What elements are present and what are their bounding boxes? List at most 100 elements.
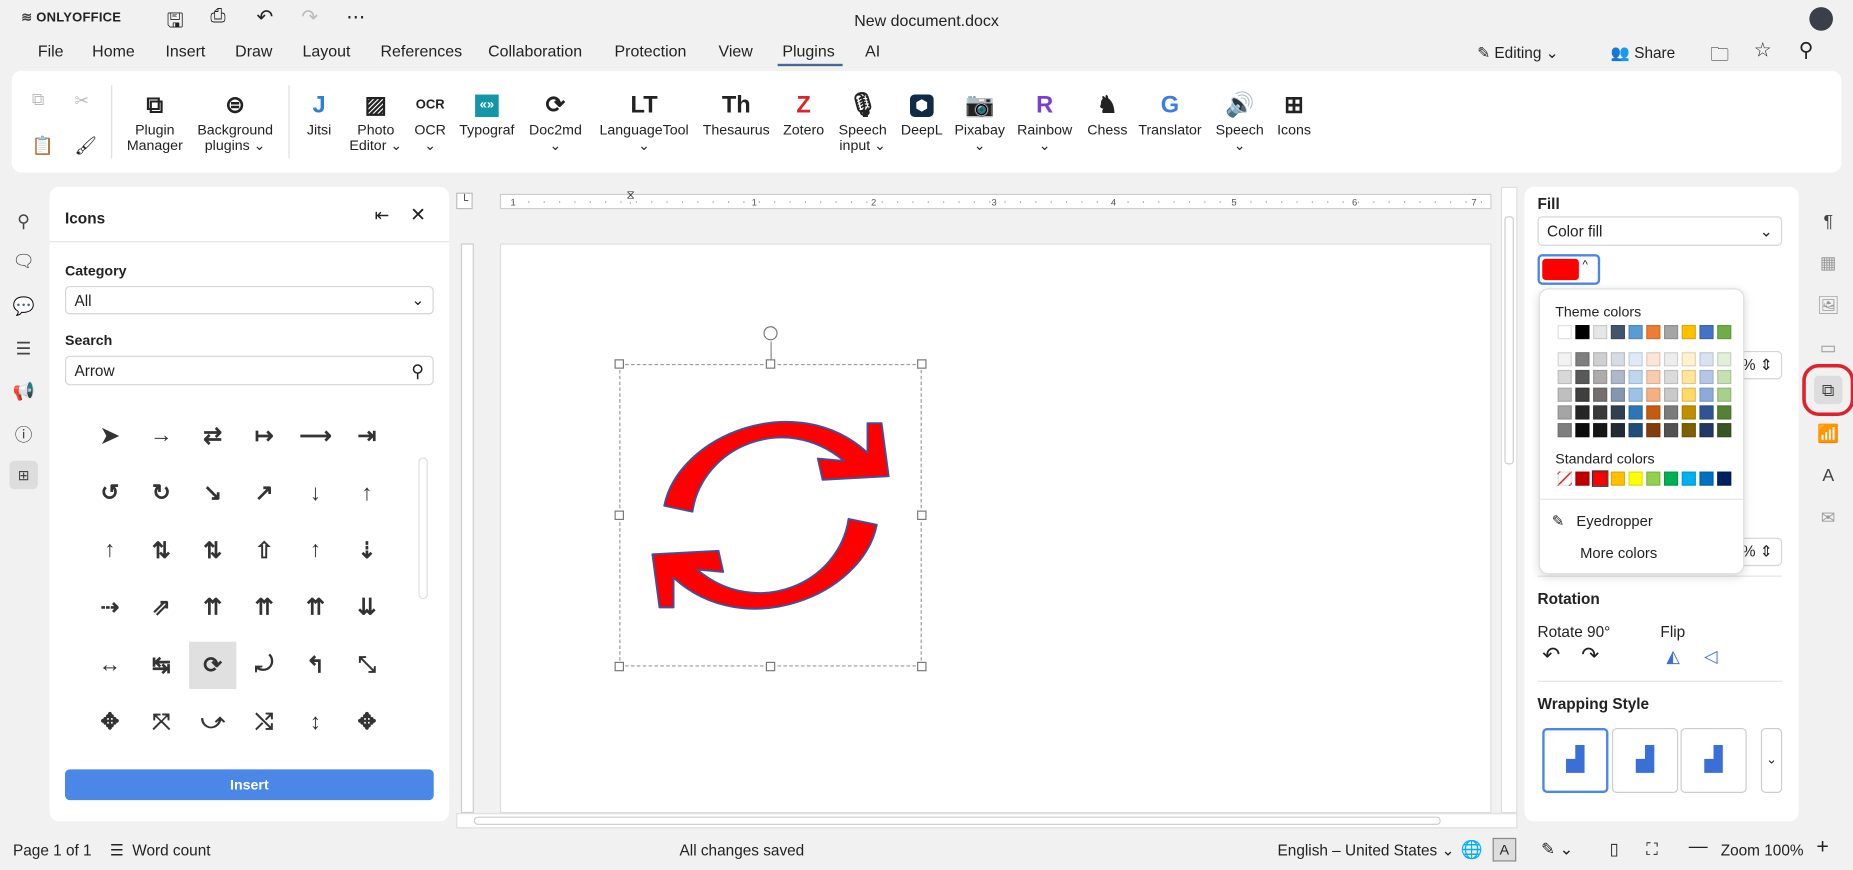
indent-marker[interactable]: ⧖: [626, 189, 634, 202]
theme-shade[interactable]: [1593, 405, 1608, 420]
word-count-button[interactable]: ☰ Word count: [110, 841, 211, 860]
theme-color[interactable]: [1628, 324, 1643, 340]
theme-shade[interactable]: [1699, 405, 1714, 420]
zoom-in-icon[interactable]: +: [1816, 834, 1828, 859]
theme-shade[interactable]: [1557, 369, 1572, 385]
icon-option[interactable]: ↓: [292, 470, 339, 517]
theme-color[interactable]: [1575, 324, 1590, 340]
chart-settings-icon[interactable]: 📶: [1814, 420, 1842, 448]
icon-option[interactable]: ↕: [292, 699, 339, 746]
menu-plugins[interactable]: Plugins: [782, 43, 834, 61]
horizontal-ruler[interactable]: 1 · 1 2 3 4 5 6 7: [499, 193, 1492, 210]
icon-option[interactable]: ⤭: [240, 699, 287, 746]
standard-color[interactable]: [1663, 471, 1679, 486]
theme-shade[interactable]: [1717, 369, 1732, 385]
icon-option[interactable]: ⇧: [240, 527, 287, 574]
icon-option[interactable]: →: [138, 412, 185, 459]
menu-file[interactable]: File: [38, 43, 64, 61]
theme-color[interactable]: [1557, 324, 1572, 340]
rotate-handle[interactable]: [763, 326, 778, 341]
icon-option[interactable]: ↹: [138, 642, 185, 689]
theme-shade[interactable]: [1646, 352, 1661, 367]
icon-option[interactable]: ⤾: [240, 642, 287, 689]
vertical-ruler[interactable]: [460, 243, 474, 814]
search-input[interactable]: Arrow ⚲: [64, 355, 434, 386]
share-button[interactable]: 👥 Share: [1611, 44, 1675, 63]
wrap-inline-button[interactable]: ▟: [1542, 727, 1609, 793]
paragraph-settings-icon[interactable]: ¶: [1814, 207, 1842, 235]
theme-color[interactable]: [1681, 324, 1696, 340]
theme-shade[interactable]: [1681, 405, 1696, 420]
zoom-level[interactable]: Zoom 100%: [1721, 841, 1804, 859]
fill-color-button[interactable]: ^: [1537, 254, 1601, 285]
theme-shade[interactable]: [1663, 369, 1679, 385]
wrap-more-button[interactable]: ⌄: [1760, 727, 1783, 793]
menu-protection[interactable]: Protection: [615, 43, 687, 61]
icon-option[interactable]: ↘: [189, 470, 236, 517]
track-changes-icon[interactable]: ✎ ⌄: [1541, 839, 1573, 859]
icon-option[interactable]: ↺: [86, 470, 133, 517]
feedback-icon[interactable]: 📢: [9, 377, 37, 405]
theme-shade[interactable]: [1663, 387, 1679, 402]
standard-color[interactable]: [1575, 471, 1590, 486]
more-colors-item[interactable]: More colors: [1580, 545, 1657, 562]
theme-shade[interactable]: [1717, 405, 1732, 420]
theme-shade[interactable]: [1681, 423, 1696, 438]
standard-color[interactable]: [1681, 471, 1696, 486]
avatar[interactable]: [1809, 7, 1833, 31]
theme-shade[interactable]: [1663, 352, 1679, 367]
icon-option[interactable]: ✥: [86, 699, 133, 746]
page-counter[interactable]: Page 1 of 1: [13, 841, 92, 859]
theme-shade[interactable]: [1681, 387, 1696, 402]
language-select[interactable]: English – United States ⌄: [1278, 841, 1455, 860]
about-icon[interactable]: ⓘ: [9, 420, 37, 448]
close-icon[interactable]: ✕: [410, 203, 426, 227]
standard-color[interactable]: [1717, 471, 1732, 486]
theme-shade[interactable]: [1593, 423, 1608, 438]
menu-draw[interactable]: Draw: [235, 43, 272, 61]
editing-mode-button[interactable]: ✎ Editing ⌄: [1477, 44, 1558, 63]
icon-option[interactable]: ↑: [343, 470, 390, 517]
theme-shade[interactable]: [1575, 369, 1590, 385]
fit-page-icon[interactable]: ▯: [1610, 839, 1619, 859]
theme-shade[interactable]: [1593, 387, 1608, 402]
theme-color[interactable]: [1593, 324, 1608, 340]
theme-color[interactable]: [1646, 324, 1661, 340]
theme-shade[interactable]: [1610, 387, 1625, 402]
standard-color[interactable]: [1557, 471, 1572, 486]
theme-shade[interactable]: [1699, 352, 1714, 367]
icon-option[interactable]: ➤: [86, 412, 133, 459]
theme-shade[interactable]: [1663, 405, 1679, 420]
theme-shade[interactable]: [1557, 405, 1572, 420]
theme-shade[interactable]: [1610, 405, 1625, 420]
collapse-panel-icon[interactable]: ⇤: [375, 204, 390, 226]
theme-shade[interactable]: [1699, 369, 1714, 385]
flip-vertical-icon[interactable]: ◁: [1704, 645, 1718, 666]
shape-settings-icon[interactable]: ⧉: [1802, 363, 1853, 416]
ruler-corner[interactable]: └: [456, 192, 473, 210]
theme-shade[interactable]: [1681, 352, 1696, 367]
theme-shade[interactable]: [1663, 423, 1679, 438]
theme-shade[interactable]: [1717, 387, 1732, 402]
theme-shade[interactable]: [1575, 387, 1590, 402]
search-icon[interactable]: ⚲: [9, 207, 37, 235]
theme-shade[interactable]: [1557, 352, 1572, 367]
standard-color[interactable]: [1628, 471, 1643, 486]
theme-shade[interactable]: [1628, 352, 1643, 367]
theme-shade[interactable]: [1610, 369, 1625, 385]
icon-grid-scrollbar[interactable]: [418, 457, 428, 600]
theme-shade[interactable]: [1557, 423, 1572, 438]
category-select[interactable]: All ⌄: [64, 285, 434, 315]
menu-view[interactable]: View: [719, 43, 753, 61]
wrap-tight-button[interactable]: ▟: [1680, 727, 1747, 793]
standard-color[interactable]: [1699, 471, 1714, 486]
search-icon[interactable]: ⚲: [411, 360, 424, 381]
icon-option[interactable]: ⇢: [86, 584, 133, 631]
theme-shade[interactable]: [1575, 423, 1590, 438]
theme-color[interactable]: [1699, 324, 1714, 340]
theme-shade[interactable]: [1593, 369, 1608, 385]
menu-ai[interactable]: AI: [865, 43, 880, 61]
vertical-scrollbar[interactable]: [1500, 186, 1518, 814]
icon-option[interactable]: ⇊: [343, 584, 390, 631]
theme-shade[interactable]: [1628, 369, 1643, 385]
